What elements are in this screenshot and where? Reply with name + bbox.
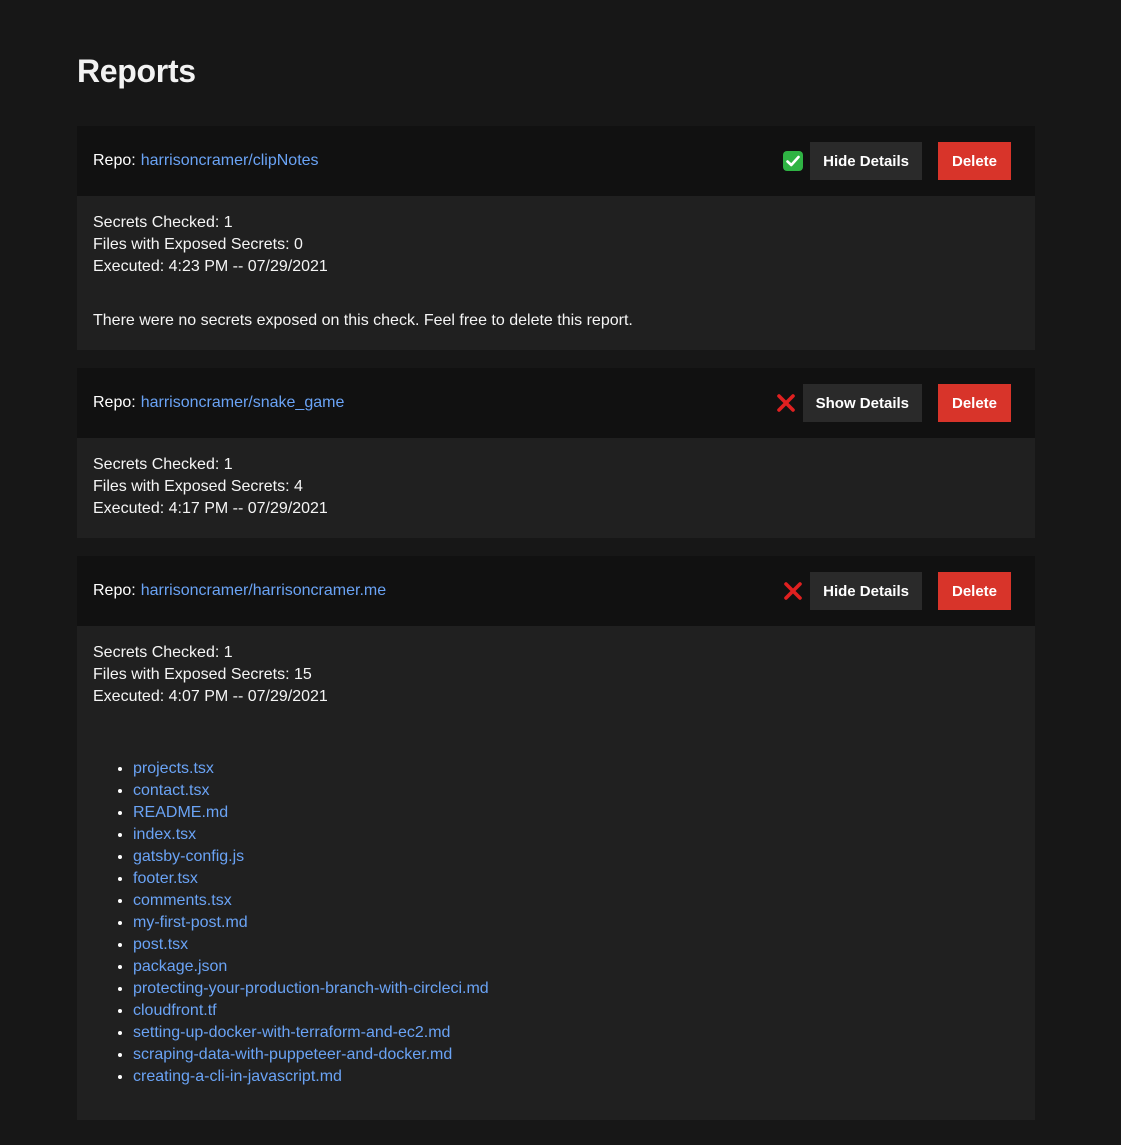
list-item: cloudfront.tf	[133, 1000, 1019, 1022]
secrets-checked: Secrets Checked: 1	[93, 644, 233, 661]
executed-time: Executed: 4:23 PM -- 07/29/2021	[93, 258, 328, 275]
report-details: Secrets Checked: 1 Files with Exposed Se…	[77, 626, 1035, 1120]
list-item: comments.tsx	[133, 890, 1019, 912]
list-item: footer.tsx	[133, 868, 1019, 890]
file-link[interactable]: post.tsx	[133, 936, 188, 953]
file-link[interactable]: projects.tsx	[133, 760, 214, 777]
list-item: creating-a-cli-in-javascript.md	[133, 1066, 1019, 1088]
delete-button[interactable]: Delete	[938, 142, 1011, 180]
cross-icon	[775, 392, 797, 414]
list-item: package.json	[133, 956, 1019, 978]
list-item: setting-up-docker-with-terraform-and-ec2…	[133, 1022, 1019, 1044]
file-link[interactable]: my-first-post.md	[133, 914, 248, 931]
file-link[interactable]: setting-up-docker-with-terraform-and-ec2…	[133, 1024, 450, 1041]
list-item: contact.tsx	[133, 780, 1019, 802]
file-link[interactable]: index.tsx	[133, 826, 196, 843]
report-header: Repo: harrisoncramer/clipNotes Hide Deta…	[77, 126, 1035, 196]
list-item: post.tsx	[133, 934, 1019, 956]
file-link[interactable]: cloudfront.tf	[133, 1002, 217, 1019]
list-item: README.md	[133, 802, 1019, 824]
delete-button[interactable]: Delete	[938, 572, 1011, 610]
reports-page: Reports Repo: harrisoncramer/clipNotes H…	[0, 0, 1121, 1145]
report-details: Secrets Checked: 1 Files with Exposed Se…	[77, 196, 1035, 350]
hide-details-button[interactable]: Hide Details	[810, 572, 922, 610]
repo-link[interactable]: harrisoncramer/snake_game	[141, 394, 345, 412]
report-header: Repo: harrisoncramer/harrisoncramer.me H…	[77, 556, 1035, 626]
check-icon	[782, 150, 804, 172]
repo-link[interactable]: harrisoncramer/harrisoncramer.me	[141, 582, 386, 600]
file-link[interactable]: footer.tsx	[133, 870, 198, 887]
exposed-files-list: projects.tsx contact.tsx README.md index…	[93, 758, 1019, 1088]
report-card: Repo: harrisoncramer/harrisoncramer.me H…	[77, 556, 1035, 1120]
file-link[interactable]: comments.tsx	[133, 892, 232, 909]
repo-link[interactable]: harrisoncramer/clipNotes	[141, 152, 319, 170]
delete-button[interactable]: Delete	[938, 384, 1011, 422]
page-title: Reports	[77, 53, 196, 89]
secrets-checked: Secrets Checked: 1	[93, 214, 233, 231]
file-link[interactable]: protecting-your-production-branch-with-c…	[133, 980, 489, 997]
file-link[interactable]: creating-a-cli-in-javascript.md	[133, 1068, 342, 1085]
executed-time: Executed: 4:17 PM -- 07/29/2021	[93, 500, 328, 517]
secrets-checked: Secrets Checked: 1	[93, 456, 233, 473]
repo-label: Repo:	[93, 582, 136, 599]
report-header: Repo: harrisoncramer/snake_game Show Det…	[77, 368, 1035, 438]
executed-time: Executed: 4:07 PM -- 07/29/2021	[93, 688, 328, 705]
repo-label: Repo:	[93, 152, 136, 169]
report-card: Repo: harrisoncramer/clipNotes Hide Deta…	[77, 126, 1035, 350]
files-exposed: Files with Exposed Secrets: 0	[93, 236, 303, 253]
list-item: protecting-your-production-branch-with-c…	[133, 978, 1019, 1000]
file-link[interactable]: contact.tsx	[133, 782, 209, 799]
hide-details-button[interactable]: Hide Details	[810, 142, 922, 180]
file-link[interactable]: README.md	[133, 804, 228, 821]
list-item: index.tsx	[133, 824, 1019, 846]
list-item: gatsby-config.js	[133, 846, 1019, 868]
repo-label: Repo:	[93, 394, 136, 411]
cross-icon	[782, 580, 804, 602]
file-link[interactable]: package.json	[133, 958, 227, 975]
file-link[interactable]: scraping-data-with-puppeteer-and-docker.…	[133, 1046, 452, 1063]
list-item: projects.tsx	[133, 758, 1019, 780]
file-link[interactable]: gatsby-config.js	[133, 848, 244, 865]
report-card: Repo: harrisoncramer/snake_game Show Det…	[77, 368, 1035, 538]
list-item: my-first-post.md	[133, 912, 1019, 934]
files-exposed: Files with Exposed Secrets: 4	[93, 478, 303, 495]
report-message: There were no secrets exposed on this ch…	[93, 312, 633, 329]
files-exposed: Files with Exposed Secrets: 15	[93, 666, 312, 683]
show-details-button[interactable]: Show Details	[802, 384, 922, 422]
report-details: Secrets Checked: 1 Files with Exposed Se…	[77, 438, 1035, 538]
list-item: scraping-data-with-puppeteer-and-docker.…	[133, 1044, 1019, 1066]
